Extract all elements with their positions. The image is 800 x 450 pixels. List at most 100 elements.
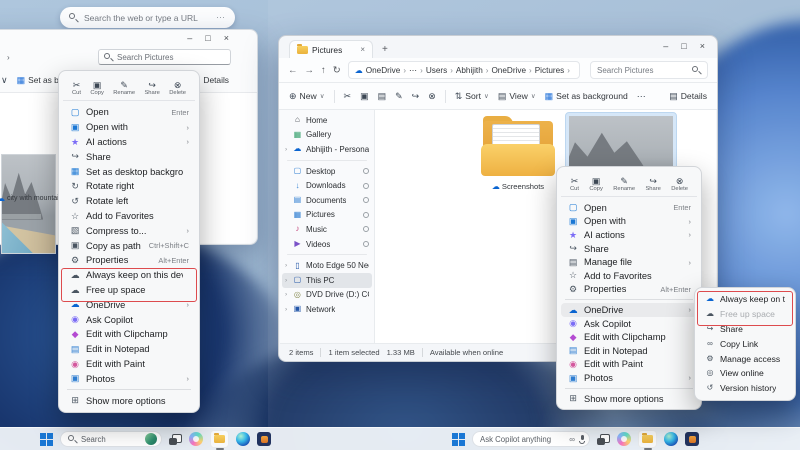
menu-item[interactable]: ↪ Share bbox=[63, 149, 195, 164]
submenu-item[interactable]: ⚙ Manage access bbox=[699, 351, 791, 366]
menu-item[interactable]: ▣ Copy as path Ctrl+Shift+C bbox=[63, 238, 195, 253]
sort-button[interactable]: ⇅ Sort ∨ bbox=[455, 91, 489, 102]
web-search-widget[interactable]: Search the web or type a URL ⋯ bbox=[60, 7, 235, 28]
menu-item[interactable]: ↻ Rotate right bbox=[63, 179, 195, 194]
cut-button[interactable]: ✂Cut bbox=[570, 176, 579, 192]
details-button[interactable]: ▤ Details bbox=[669, 91, 707, 102]
sidebar-item[interactable]: ▦ Gallery bbox=[282, 128, 372, 143]
menu-item[interactable]: ☆ Add to Favorites bbox=[561, 269, 697, 283]
task-view-icon[interactable] bbox=[597, 434, 610, 445]
photo-thumbnail[interactable] bbox=[1, 154, 56, 254]
breadcrumb-item[interactable]: ⋯ › bbox=[409, 65, 423, 75]
more-options-icon[interactable]: ⋯ bbox=[637, 91, 646, 102]
menu-item[interactable]: ★ AI actions › bbox=[63, 135, 195, 150]
new-tab-button[interactable]: + bbox=[382, 44, 388, 58]
sidebar-item[interactable]: ↓ Downloads bbox=[282, 178, 372, 193]
copy-icon[interactable]: ▣ bbox=[360, 91, 369, 102]
menu-item[interactable]: ☁ Always keep on this device bbox=[63, 268, 195, 283]
new-button[interactable]: ⊕ New ∨ bbox=[289, 91, 325, 102]
file-explorer-icon-active[interactable] bbox=[210, 430, 229, 448]
submenu-item[interactable]: ◎ View online bbox=[699, 366, 791, 381]
menu-item[interactable]: ☆ Add to Favorites bbox=[63, 209, 195, 224]
submenu-item[interactable]: ☁ Always keep on this device bbox=[699, 292, 791, 307]
maximize-button[interactable]: □ bbox=[681, 41, 686, 51]
pinned-app-icon[interactable] bbox=[257, 432, 271, 446]
copilot-icon[interactable] bbox=[617, 432, 631, 446]
sidebar-item[interactable]: ▶ Videos bbox=[282, 237, 372, 252]
search-input[interactable]: Search Pictures bbox=[98, 49, 231, 65]
more-options-icon[interactable]: ⋯ bbox=[216, 12, 226, 23]
minimize-button[interactable]: – bbox=[663, 41, 668, 51]
menu-item[interactable]: ⚙ Properties Alt+Enter bbox=[561, 283, 697, 297]
share-button[interactable]: ↪Share bbox=[645, 176, 660, 192]
menu-item[interactable]: ☁ OneDrive › bbox=[63, 297, 195, 312]
task-view-icon[interactable] bbox=[169, 434, 182, 445]
menu-item[interactable]: ★ AI actions › bbox=[561, 228, 697, 242]
sidebar-item[interactable]: › ☁ Abhijith - Personal bbox=[282, 142, 372, 157]
rename-icon[interactable]: ✎ bbox=[395, 91, 403, 102]
edge-browser-icon[interactable] bbox=[664, 432, 678, 446]
menu-item[interactable]: ⚙ Properties Alt+Enter bbox=[63, 253, 195, 268]
photo-filename[interactable]: ☁ city with mountains bbox=[0, 194, 66, 203]
rename-button[interactable]: ✎Rename bbox=[613, 176, 635, 192]
menu-item[interactable]: ▣ Open with › bbox=[63, 120, 195, 135]
menu-item[interactable]: ◉ Edit with Paint bbox=[63, 357, 195, 372]
menu-item[interactable]: ⊞ Show more options bbox=[63, 393, 195, 408]
back-button[interactable]: ← bbox=[288, 65, 298, 76]
share-icon[interactable]: ↪ bbox=[412, 91, 420, 102]
submenu-item[interactable]: ↺ Version history bbox=[699, 381, 791, 396]
menu-item[interactable]: ▤ Edit in Notepad bbox=[63, 342, 195, 357]
menu-item[interactable]: ◉ Ask Copilot bbox=[561, 317, 697, 331]
delete-icon[interactable]: ⊗ bbox=[428, 91, 436, 102]
menu-item[interactable]: ▦ Set as desktop background bbox=[63, 164, 195, 179]
refresh-button[interactable]: ↻ bbox=[333, 65, 341, 76]
sidebar-item[interactable]: ▢ Desktop bbox=[282, 164, 372, 179]
chevron-expand-icon[interactable]: › bbox=[285, 277, 292, 284]
edge-browser-icon[interactable] bbox=[236, 432, 250, 446]
menu-item[interactable]: ↺ Rotate left bbox=[63, 194, 195, 209]
close-button[interactable]: × bbox=[700, 41, 705, 51]
menu-item[interactable]: ▢ Open Enter bbox=[63, 105, 195, 120]
sidebar-item[interactable]: ▤ Documents bbox=[282, 193, 372, 208]
menu-item[interactable]: ▢ Open Enter bbox=[561, 201, 697, 215]
menu-item[interactable]: ▣ Photos › bbox=[63, 371, 195, 386]
sidebar-item[interactable]: ▦ Pictures bbox=[282, 208, 372, 223]
copy-button[interactable]: ▣Copy bbox=[90, 80, 104, 96]
microphone-icon[interactable] bbox=[579, 435, 585, 444]
menu-item[interactable]: ◆ Edit with Clipchamp bbox=[63, 327, 195, 342]
windows-start-icon[interactable] bbox=[452, 433, 465, 446]
copilot-icon[interactable] bbox=[189, 432, 203, 446]
paste-icon[interactable]: ▤ bbox=[378, 91, 387, 102]
breadcrumb-item[interactable]: OneDrive › bbox=[491, 66, 531, 75]
breadcrumb-item[interactable]: Users › bbox=[426, 66, 453, 75]
tab-pictures[interactable]: Pictures × bbox=[289, 40, 373, 58]
sidebar-item[interactable]: › ◎ DVD Drive (D:) CCC bbox=[282, 288, 372, 303]
cut-icon[interactable]: ✂ bbox=[344, 91, 352, 102]
delete-button[interactable]: ⊗Delete bbox=[169, 80, 186, 96]
submenu-item[interactable]: ↪ Share bbox=[699, 322, 791, 337]
breadcrumb-item[interactable]: OneDrive › bbox=[366, 66, 406, 75]
submenu-item[interactable]: ☁ Free up space bbox=[699, 307, 791, 322]
taskbar-copilot-pill[interactable]: Ask Copilot anything ∞ bbox=[472, 431, 590, 447]
maximize-button[interactable]: □ bbox=[205, 33, 210, 43]
breadcrumb[interactable]: › bbox=[7, 53, 10, 62]
sidebar-item[interactable]: ⌂ Home bbox=[282, 113, 372, 128]
breadcrumb[interactable]: ☁ OneDrive › ⋯ › Users › Abhijith bbox=[348, 61, 580, 79]
folder-tile-screenshots[interactable]: ☁ Screenshots bbox=[475, 116, 561, 191]
menu-item[interactable]: ▣ Open with › bbox=[561, 215, 697, 229]
menu-item[interactable]: ▧ Compress to... › bbox=[63, 223, 195, 238]
chevron-expand-icon[interactable]: › bbox=[285, 291, 292, 298]
chevron-expand-icon[interactable]: › bbox=[285, 306, 292, 313]
delete-button[interactable]: ⊗Delete bbox=[671, 176, 688, 192]
submenu-item[interactable]: ∞ Copy Link bbox=[699, 336, 791, 351]
tab-close-icon[interactable]: × bbox=[360, 45, 365, 54]
menu-item[interactable]: ◉ Ask Copilot bbox=[63, 312, 195, 327]
menu-item[interactable]: ☁ OneDrive › bbox=[561, 303, 697, 317]
breadcrumb-item[interactable]: Pictures › bbox=[535, 66, 570, 75]
view-button[interactable]: ▤ View ∨ bbox=[498, 91, 536, 102]
sidebar-item[interactable]: ♪ Music bbox=[282, 222, 372, 237]
windows-start-icon[interactable] bbox=[40, 433, 53, 446]
minimize-button[interactable]: – bbox=[187, 33, 192, 43]
sidebar-item[interactable]: › ▯ Moto Edge 50 Neo bbox=[282, 258, 372, 273]
menu-item[interactable]: ▤ Edit in Notepad bbox=[561, 344, 697, 358]
